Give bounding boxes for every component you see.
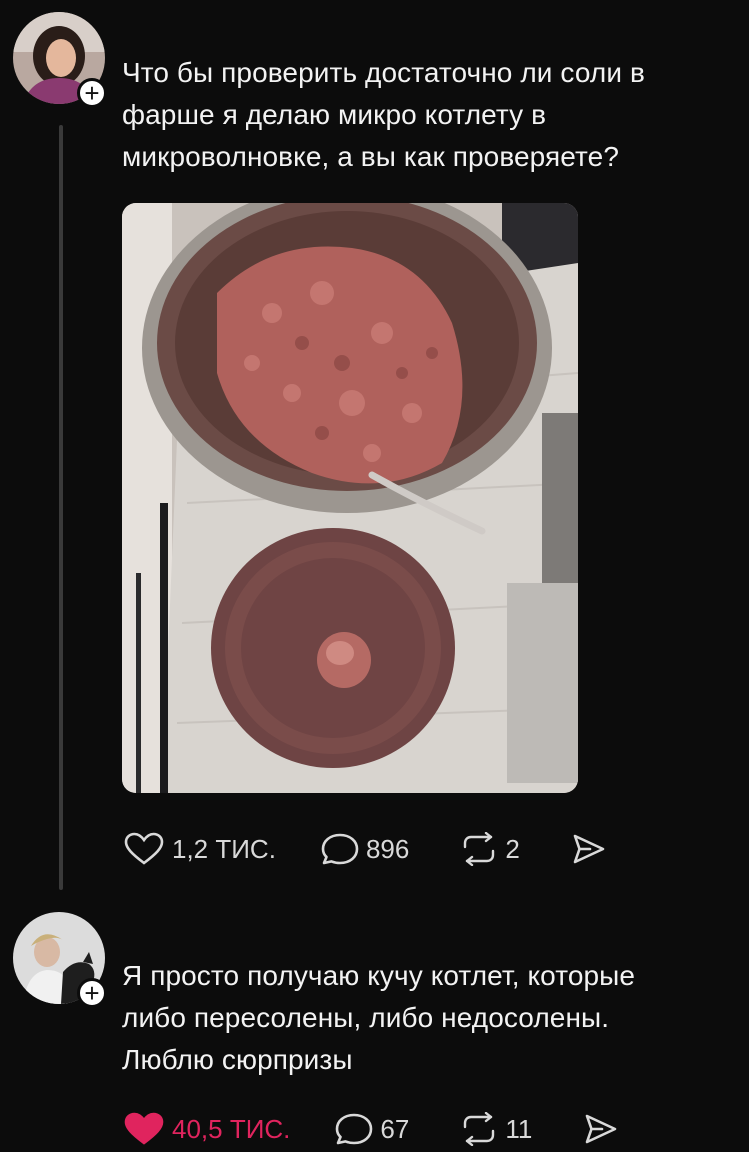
comment-button[interactable]: 67 [334,1112,409,1146]
repost-button[interactable]: 2 [459,832,520,866]
share-button[interactable] [582,1112,618,1146]
reposts-count: 2 [505,833,520,864]
comment-icon [321,833,359,865]
comment-button[interactable]: 896 [320,832,409,866]
thread-line [59,125,63,890]
heart-icon [124,1112,164,1145]
heart-icon [124,832,164,865]
follow-plus-icon: + [84,978,100,1008]
repost-icon [464,832,495,866]
share-icon [586,1114,617,1144]
like-button[interactable]: 40,5 ТИС. [122,1112,290,1146]
like-button[interactable]: 1,2 ТИС. [122,832,276,866]
likes-count: 40,5 ТИС. [172,1113,291,1144]
repost-button[interactable]: 11 [459,1112,532,1146]
post-photo-image [122,203,578,793]
reply-text: Я просто получаю кучу котлет, которые ли… [122,960,636,1075]
comments-count: 896 [365,833,410,864]
comments-count: 67 [380,1113,410,1144]
follow-button[interactable]: + [77,78,107,108]
share-icon [573,834,605,864]
comment-icon [336,1113,373,1145]
reply-actions: 40,5 ТИС. 67 11 [122,1112,618,1146]
follow-plus-icon: + [84,78,100,108]
share-button[interactable] [570,832,606,866]
post-text: Что бы проверить достаточно ли соли в фа… [122,57,645,172]
reply-follow-button[interactable]: + [77,978,107,1008]
post-photo[interactable] [122,203,578,793]
likes-count: 1,2 ТИС. [172,833,276,864]
repost-icon [464,1112,495,1146]
post-actions: 1,2 ТИС. 896 2 [122,832,606,866]
reposts-count: 11 [505,1113,533,1144]
